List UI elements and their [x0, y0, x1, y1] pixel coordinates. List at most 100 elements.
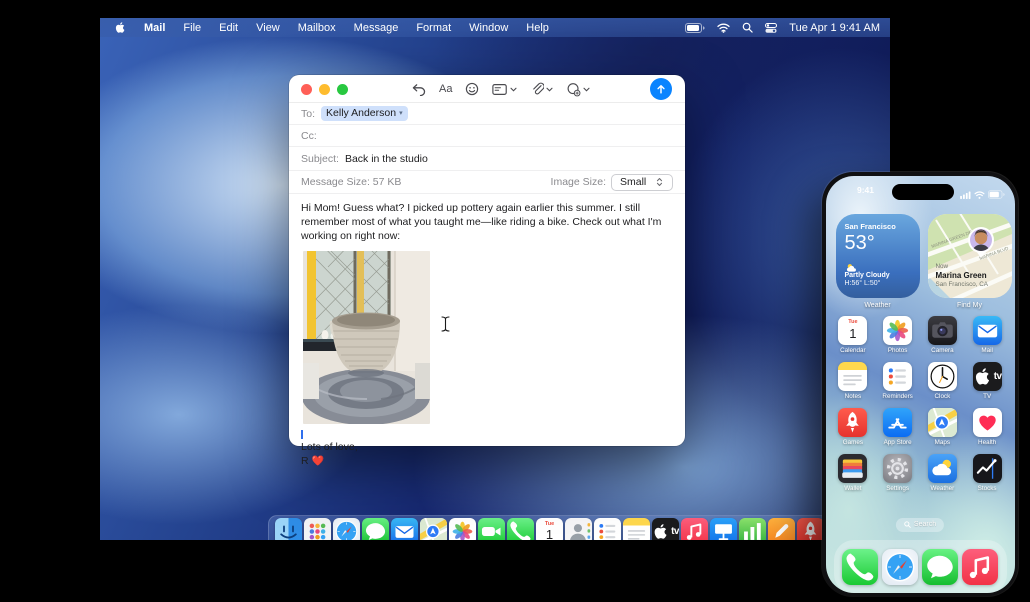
- send-button[interactable]: [650, 78, 672, 100]
- iphone-dock-safari-icon[interactable]: [881, 548, 918, 585]
- control-center-icon[interactable]: [765, 22, 778, 33]
- iphone: 9:41 San Francisco 53° Partly Cloudy H:5…: [822, 172, 1018, 596]
- dock-music-icon[interactable]: [681, 518, 708, 540]
- iphone-app-settings[interactable]: Settings: [877, 453, 919, 492]
- dynamic-island: [891, 183, 954, 200]
- search-label: Search: [913, 521, 937, 528]
- zoom-button[interactable]: [337, 84, 348, 95]
- iphone-app-photos[interactable]: Photos: [877, 315, 919, 354]
- to-field[interactable]: To: Kelly Anderson ▾: [289, 103, 685, 125]
- header-fields-icon[interactable]: [492, 83, 518, 96]
- recipient-token[interactable]: Kelly Anderson ▾: [321, 106, 408, 121]
- spotlight-search-pill[interactable]: Search: [895, 517, 945, 532]
- iphone-app-games[interactable]: Games: [832, 407, 874, 446]
- findmy-sub: San Francisco, CA: [935, 280, 989, 288]
- subject-label: Subject:: [301, 152, 339, 165]
- message-body[interactable]: Hi Mom! Guess what? I picked up pottery …: [289, 194, 685, 468]
- iphone-app-wallet[interactable]: Wallet: [832, 453, 874, 492]
- menu-item-format[interactable]: Format: [407, 22, 460, 34]
- image-size-select[interactable]: Small: [611, 173, 673, 191]
- app-label: Photos: [887, 346, 908, 354]
- menu-items: Mail File Edit View Mailbox Message Format Wind…: [135, 22, 558, 34]
- dock-games-icon[interactable]: [797, 518, 824, 540]
- dock-pages-icon[interactable]: [768, 518, 795, 540]
- dock-tv-icon[interactable]: tv: [652, 518, 679, 540]
- dock-messages-icon[interactable]: [362, 518, 389, 540]
- iphone-app-camera[interactable]: Camera: [921, 315, 963, 354]
- image-size-label: Image Size:: [550, 176, 606, 188]
- to-label: To:: [301, 107, 316, 120]
- menu-item-mailbox[interactable]: Mailbox: [289, 22, 345, 34]
- dock-safari-icon[interactable]: [333, 518, 360, 540]
- iphone-app-tv[interactable]: tv TV: [966, 361, 1008, 400]
- menu-item-help[interactable]: Help: [517, 22, 558, 34]
- iphone-app-weather[interactable]: Weather: [921, 453, 963, 492]
- weather-widget[interactable]: San Francisco 53° Partly Cloudy H:56° L:…: [835, 213, 920, 298]
- dock: Tue 1 tv: [268, 515, 890, 540]
- pottery-photo[interactable]: [303, 250, 430, 424]
- heart-icon: ❤️: [311, 455, 324, 467]
- dock-reminders-icon[interactable]: [594, 518, 621, 540]
- minimize-button[interactable]: [319, 84, 330, 95]
- app-label: Settings: [886, 484, 909, 492]
- dock-notes-icon[interactable]: [623, 518, 650, 540]
- iphone-app-appstore[interactable]: App Store: [877, 407, 919, 446]
- screen: Mail File Edit View Mailbox Message Format Wind…: [0, 0, 1030, 602]
- dock-launchpad-icon[interactable]: [304, 518, 331, 540]
- ibeam-cursor: [441, 316, 450, 337]
- close-button[interactable]: [301, 84, 312, 95]
- dock-numbers-icon[interactable]: [739, 518, 766, 540]
- window-titlebar[interactable]: Aa: [289, 75, 685, 103]
- cc-field[interactable]: Cc:: [289, 125, 685, 147]
- menu-clock[interactable]: Tue Apr 1 9:41 AM: [789, 22, 880, 34]
- iphone-app-notes[interactable]: Notes: [832, 361, 874, 400]
- iphone-app-grid: Tue 1 Calendar Photos Camera Mail Notes Reminde…: [831, 315, 1010, 492]
- format-icon[interactable]: Aa: [439, 83, 452, 95]
- iphone-app-mail[interactable]: Mail: [966, 315, 1008, 354]
- menu-item-window[interactable]: Window: [460, 22, 517, 34]
- menu-item-message[interactable]: Message: [345, 22, 408, 34]
- app-label: Mail: [981, 346, 993, 354]
- dock-contacts-icon[interactable]: [565, 518, 592, 540]
- iphone-app-reminders[interactable]: Reminders: [877, 361, 919, 400]
- iphone-dock-messages-icon[interactable]: [922, 548, 959, 585]
- undo-icon[interactable]: [411, 83, 426, 96]
- dock-photos-icon[interactable]: [449, 518, 476, 540]
- apple-menu-icon[interactable]: [114, 21, 127, 34]
- search-icon: [904, 521, 911, 528]
- attach-icon[interactable]: [530, 82, 554, 96]
- iphone-app-maps[interactable]: Maps: [921, 407, 963, 446]
- menu-item-mail[interactable]: Mail: [135, 22, 174, 34]
- insert-photo-icon[interactable]: [566, 82, 591, 97]
- dock-phone-icon[interactable]: [507, 518, 534, 540]
- weather-city: San Francisco: [844, 221, 896, 231]
- iphone-dock-phone-icon[interactable]: [841, 548, 878, 585]
- dock-finder-icon[interactable]: [275, 518, 302, 540]
- search-icon[interactable]: [742, 22, 753, 33]
- menu-item-file[interactable]: File: [174, 22, 210, 34]
- app-label: Clock: [934, 392, 951, 400]
- traffic-lights: [301, 84, 348, 95]
- dock-facetime-icon[interactable]: [478, 518, 505, 540]
- battery-icon[interactable]: [685, 22, 705, 33]
- iphone-app-health[interactable]: Health: [966, 407, 1008, 446]
- dock-keynote-icon[interactable]: [710, 518, 737, 540]
- dock-calendar-icon[interactable]: Tue 1: [536, 518, 563, 540]
- chevron-down-icon: ▾: [399, 110, 403, 117]
- app-label: TV: [983, 392, 992, 400]
- iphone-dock-music-icon[interactable]: [962, 548, 999, 585]
- battery-icon: [987, 186, 1005, 204]
- menu-item-edit[interactable]: Edit: [210, 22, 247, 34]
- menu-item-view[interactable]: View: [247, 22, 289, 34]
- subject-field[interactable]: Subject: Back in the studio: [289, 147, 685, 171]
- findmy-widget[interactable]: MARINA GREEN DR MARINA BLVD Now Marina G…: [927, 213, 1012, 298]
- wifi-icon[interactable]: [717, 23, 730, 33]
- iphone-app-stocks[interactable]: Stocks: [966, 453, 1008, 492]
- emoji-icon[interactable]: [465, 82, 479, 96]
- dock-mail-icon[interactable]: [391, 518, 418, 540]
- iphone-app-clock[interactable]: Clock: [921, 361, 963, 400]
- iphone-app-calendar[interactable]: Tue 1 Calendar: [832, 315, 874, 354]
- dock-maps-icon[interactable]: [420, 518, 447, 540]
- app-label: Reminders: [882, 392, 913, 400]
- text-caret-line: [301, 430, 673, 440]
